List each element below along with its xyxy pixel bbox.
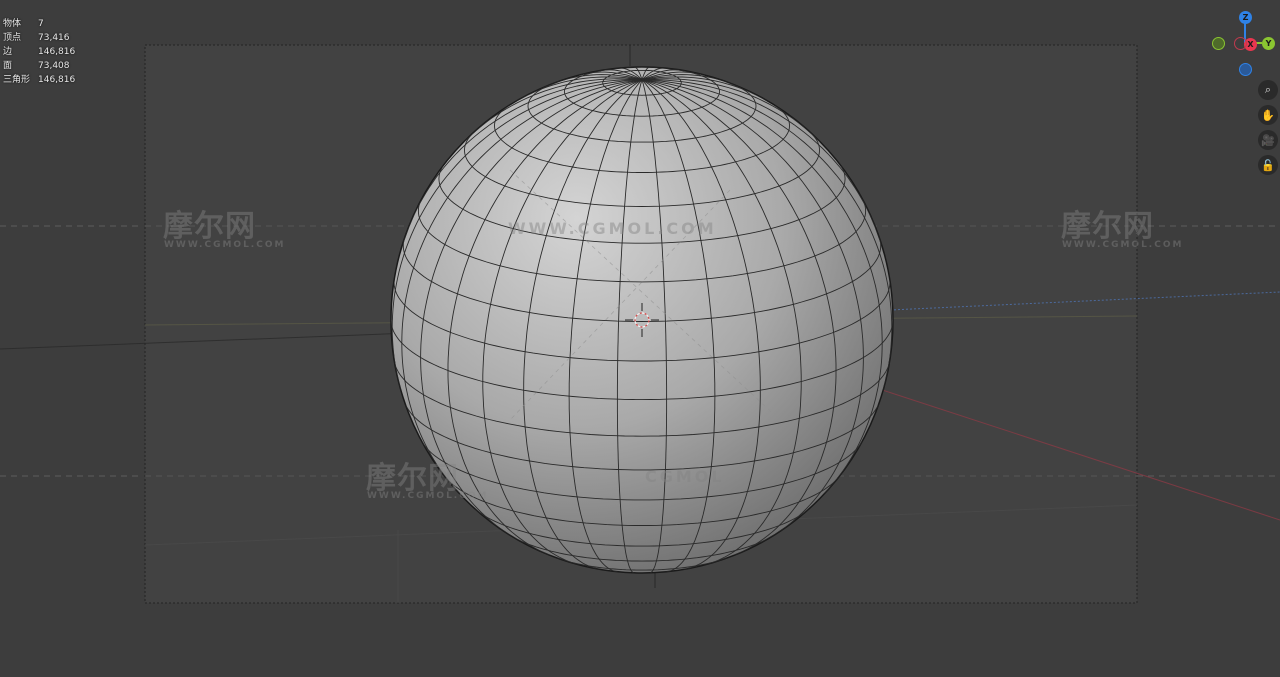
scene-canvas[interactable]	[0, 0, 1280, 677]
stat-objects: 物体 7	[3, 17, 75, 31]
watermark-brand-center: CGMOL	[645, 467, 725, 486]
stat-label: 边	[3, 47, 13, 57]
watermark-url-center: WWW.CGMOL.COM	[508, 219, 717, 238]
watermark-url: WWW.CGMOL.COM	[367, 491, 489, 501]
stat-faces: 面 73,408	[3, 59, 75, 73]
lock-icon[interactable]: 🔓	[1258, 155, 1278, 175]
navigation-gizmo[interactable]: Z X Y	[1210, 8, 1280, 78]
stat-value: 146,816	[38, 47, 76, 57]
watermark-url: WWW.CGMOL.COM	[164, 240, 286, 250]
zoom-icon[interactable]: ⌕	[1258, 80, 1278, 100]
watermark-logo: 摩尔网	[1061, 209, 1154, 244]
stat-edges: 边 146,816	[3, 45, 75, 59]
camera-icon[interactable]: 🎥	[1258, 130, 1278, 150]
gizmo-y-axis[interactable]: Y	[1262, 37, 1275, 50]
gizmo-neg-y-axis[interactable]	[1212, 37, 1225, 50]
viewport-tools: ⌕ ✋ 🎥 🔓	[1258, 80, 1280, 180]
stat-label: 顶点	[3, 33, 22, 43]
stat-value: 146,816	[38, 75, 76, 85]
watermark-url: WWW.CGMOL.COM	[1062, 240, 1184, 250]
3d-viewport[interactable]: 摩尔网 WWW.CGMOL.COM WWW.CGMOL.COM 摩尔网 WWW.…	[0, 0, 1280, 677]
stat-label: 物体	[3, 19, 22, 29]
scene-statistics: 物体 7 顶点 73,416 边 146,816 面 73,408 三角形 14…	[3, 17, 75, 87]
watermark-logo: 摩尔网	[163, 209, 256, 244]
stat-value: 7	[38, 19, 44, 29]
stat-label: 三角形	[3, 75, 31, 85]
stat-vertices: 顶点 73,416	[3, 31, 75, 45]
stat-value: 73,408	[38, 61, 70, 71]
hand-pan-icon[interactable]: ✋	[1258, 105, 1278, 125]
gizmo-neg-x-axis[interactable]	[1234, 37, 1247, 50]
stat-triangles: 三角形 146,816	[3, 73, 75, 87]
stat-value: 73,416	[38, 33, 70, 43]
gizmo-neg-z-axis[interactable]	[1239, 63, 1252, 76]
gizmo-z-axis[interactable]: Z	[1239, 11, 1252, 24]
stat-label: 面	[3, 61, 13, 71]
